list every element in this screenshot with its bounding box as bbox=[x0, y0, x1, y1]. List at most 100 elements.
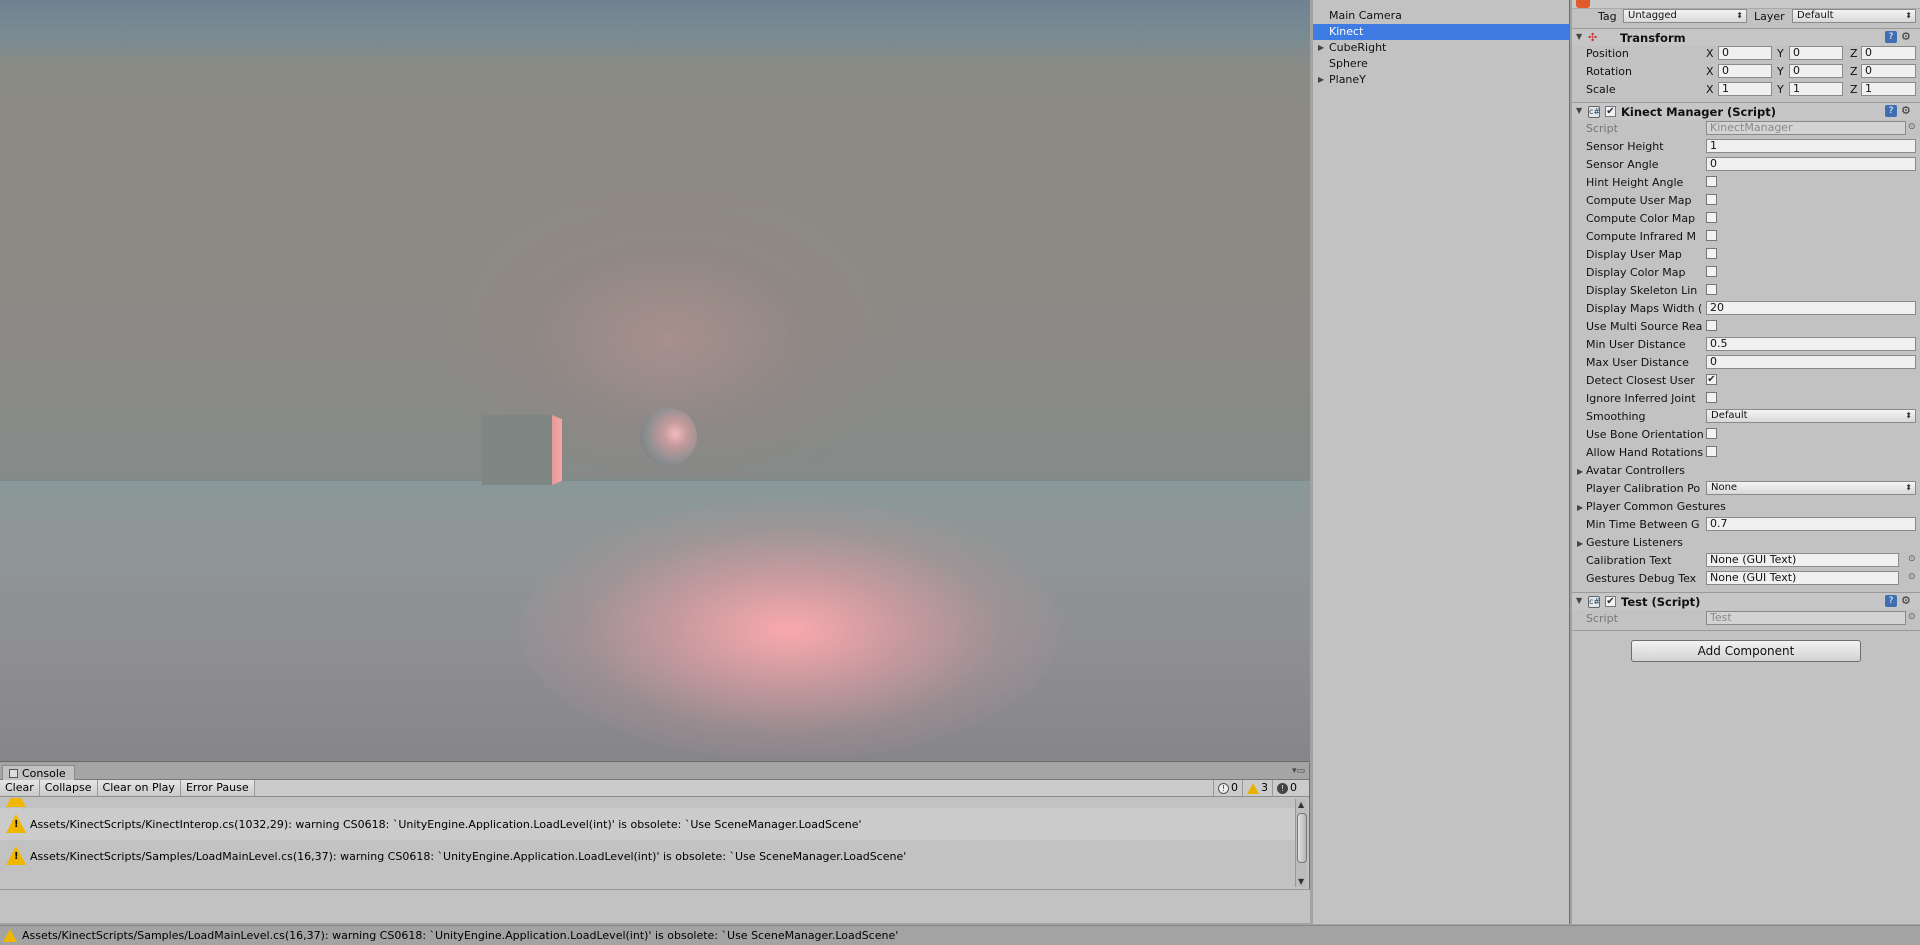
transform-header[interactable]: ▼ ✣ Transform ? ⚙ bbox=[1572, 28, 1920, 46]
scale-y-field[interactable]: 1 bbox=[1789, 82, 1843, 96]
smoothing-dropdown[interactable]: Default bbox=[1706, 409, 1916, 423]
script-label: Script bbox=[1586, 122, 1618, 135]
hierarchy-item-label: Kinect bbox=[1329, 25, 1364, 38]
allow-hand-rotations-checkbox[interactable] bbox=[1706, 446, 1717, 457]
gestures-debug-field[interactable]: None (GUI Text) bbox=[1706, 571, 1899, 585]
compute-infrared-checkbox[interactable] bbox=[1706, 230, 1717, 241]
object-picker-icon[interactable]: ⊙ bbox=[1908, 572, 1916, 582]
game-view[interactable] bbox=[0, 0, 1310, 762]
hierarchy-item-planey[interactable]: ▶ PlaneY bbox=[1313, 72, 1569, 88]
ignore-inferred-checkbox[interactable] bbox=[1706, 392, 1717, 403]
rotation-x-field[interactable]: 0 bbox=[1718, 64, 1772, 78]
script-icon: c# bbox=[1588, 106, 1601, 118]
x-label: X bbox=[1706, 47, 1714, 60]
console-tabbar: Console ▾▭ bbox=[0, 763, 1309, 780]
hierarchy-item-kinect[interactable]: Kinect bbox=[1313, 24, 1569, 40]
expand-arrow-icon[interactable]: ▶ bbox=[1577, 503, 1583, 512]
object-picker-icon[interactable]: ⊙ bbox=[1908, 554, 1916, 564]
expand-arrow-icon[interactable]: ▶ bbox=[1577, 539, 1583, 548]
tag-dropdown[interactable]: Untagged bbox=[1623, 9, 1747, 23]
collapse-arrow-icon[interactable]: ▼ bbox=[1576, 596, 1582, 605]
compute-user-map-checkbox[interactable] bbox=[1706, 194, 1717, 205]
avatar-controllers-label[interactable]: Avatar Controllers bbox=[1586, 464, 1704, 477]
scale-label: Scale bbox=[1586, 83, 1616, 96]
scale-z-field[interactable]: 1 bbox=[1861, 82, 1916, 96]
tab-console[interactable]: Console bbox=[2, 765, 75, 780]
position-x-field[interactable]: 0 bbox=[1718, 46, 1772, 60]
compute-user-map-label: Compute User Map bbox=[1586, 194, 1692, 207]
y-label: Y bbox=[1777, 47, 1784, 60]
hierarchy-item-cuberight[interactable]: ▶ CubeRight bbox=[1313, 40, 1569, 56]
expand-arrow-icon[interactable]: ▶ bbox=[1577, 467, 1583, 476]
gear-icon[interactable]: ⚙ bbox=[1901, 594, 1911, 607]
scroll-up-icon[interactable]: ▲ bbox=[1298, 800, 1304, 809]
object-picker-icon[interactable]: ⊙ bbox=[1908, 122, 1916, 132]
status-bar[interactable]: Assets/KinectScripts/Samples/LoadMainLev… bbox=[0, 925, 1920, 945]
position-y-field[interactable]: 0 bbox=[1789, 46, 1843, 60]
collapse-button[interactable]: Collapse bbox=[39, 780, 98, 796]
layer-dropdown[interactable]: Default bbox=[1792, 9, 1916, 23]
tag-label: Tag bbox=[1598, 10, 1617, 23]
test-script-header[interactable]: ▼ c# ✔ Test (Script) ? ⚙ bbox=[1572, 592, 1920, 610]
gear-icon[interactable]: ⚙ bbox=[1901, 104, 1911, 117]
gear-icon[interactable]: ⚙ bbox=[1901, 30, 1911, 43]
collapse-arrow-icon[interactable]: ▼ bbox=[1576, 32, 1582, 41]
expand-arrow-icon[interactable]: ▶ bbox=[1318, 72, 1324, 88]
panel-menu-icon[interactable]: ▾▭ bbox=[1292, 766, 1305, 776]
console-detail-area bbox=[0, 889, 1310, 923]
console-scrollbar[interactable]: ▲ ▼ bbox=[1295, 799, 1307, 887]
display-user-map-checkbox[interactable] bbox=[1706, 248, 1717, 259]
player-calibration-dropdown[interactable]: None bbox=[1706, 481, 1916, 495]
min-user-distance-field[interactable]: 0.5 bbox=[1706, 337, 1916, 351]
min-time-between-field[interactable]: 0.7 bbox=[1706, 517, 1916, 531]
use-bone-orientation-checkbox[interactable] bbox=[1706, 428, 1717, 439]
scrollbar-thumb[interactable] bbox=[1297, 813, 1307, 863]
error-pause-button[interactable]: Error Pause bbox=[180, 780, 255, 796]
help-icon[interactable]: ? bbox=[1885, 31, 1897, 43]
display-color-map-checkbox[interactable] bbox=[1706, 266, 1717, 277]
display-skeleton-checkbox[interactable] bbox=[1706, 284, 1717, 295]
scene-sphere bbox=[640, 408, 697, 465]
help-icon[interactable]: ? bbox=[1885, 595, 1897, 607]
calibration-text-field[interactable]: None (GUI Text) bbox=[1706, 553, 1899, 567]
add-component-button[interactable]: Add Component bbox=[1631, 640, 1861, 662]
rotation-y-field[interactable]: 0 bbox=[1789, 64, 1843, 78]
compute-color-map-checkbox[interactable] bbox=[1706, 212, 1717, 223]
sensor-angle-field[interactable]: 0 bbox=[1706, 157, 1916, 171]
log-entry[interactable]: Assets/KinectScripts/KinectInterop.cs(10… bbox=[0, 808, 1296, 840]
help-icon[interactable]: ? bbox=[1885, 105, 1897, 117]
hint-height-angle-checkbox[interactable] bbox=[1706, 176, 1717, 187]
kinect-manager-enabled-checkbox[interactable]: ✔ bbox=[1605, 106, 1616, 117]
compute-color-map-label: Compute Color Map bbox=[1586, 212, 1696, 225]
hierarchy-item-sphere[interactable]: Sphere bbox=[1313, 56, 1569, 72]
warning-filter-button[interactable]: 3 bbox=[1242, 780, 1272, 796]
max-user-distance-field[interactable]: 0 bbox=[1706, 355, 1916, 369]
player-common-gestures-label[interactable]: Player Common Gestures bbox=[1586, 500, 1766, 513]
collapse-arrow-icon[interactable]: ▼ bbox=[1576, 106, 1582, 115]
log-entry[interactable] bbox=[0, 798, 1296, 808]
clear-button[interactable]: Clear bbox=[0, 780, 40, 796]
kinect-manager-header[interactable]: ▼ c# ✔ Kinect Manager (Script) ? ⚙ bbox=[1572, 102, 1920, 120]
sensor-height-field[interactable]: 1 bbox=[1706, 139, 1916, 153]
scroll-down-icon[interactable]: ▼ bbox=[1298, 877, 1304, 886]
position-z-field[interactable]: 0 bbox=[1861, 46, 1916, 60]
scene-floor-light bbox=[520, 500, 1060, 760]
display-maps-width-field[interactable]: 20 bbox=[1706, 301, 1916, 315]
log-entry[interactable]: Assets/KinectScripts/Samples/LoadMainLev… bbox=[0, 840, 1296, 872]
clear-on-play-button[interactable]: Clear on Play bbox=[97, 780, 181, 796]
x-label: X bbox=[1706, 83, 1714, 96]
scale-x-field[interactable]: 1 bbox=[1718, 82, 1772, 96]
info-filter-button[interactable]: ! 0 bbox=[1213, 780, 1242, 796]
error-filter-button[interactable]: ! 0 bbox=[1272, 780, 1301, 796]
test-script-enabled-checkbox[interactable]: ✔ bbox=[1605, 596, 1616, 607]
use-multi-source-checkbox[interactable] bbox=[1706, 320, 1717, 331]
gesture-listeners-label[interactable]: Gesture Listeners bbox=[1586, 536, 1704, 549]
expand-arrow-icon[interactable]: ▶ bbox=[1318, 40, 1324, 56]
display-color-map-label: Display Color Map bbox=[1586, 266, 1686, 279]
detect-closest-checkbox[interactable]: ✔ bbox=[1706, 374, 1717, 385]
rotation-z-field[interactable]: 0 bbox=[1861, 64, 1916, 78]
hierarchy-item-main-camera[interactable]: Main Camera bbox=[1313, 8, 1569, 24]
object-picker-icon[interactable]: ⊙ bbox=[1908, 612, 1916, 622]
display-skeleton-label: Display Skeleton Lin bbox=[1586, 284, 1698, 297]
console-toolbar: Clear Collapse Clear on Play Error Pause… bbox=[0, 780, 1309, 797]
